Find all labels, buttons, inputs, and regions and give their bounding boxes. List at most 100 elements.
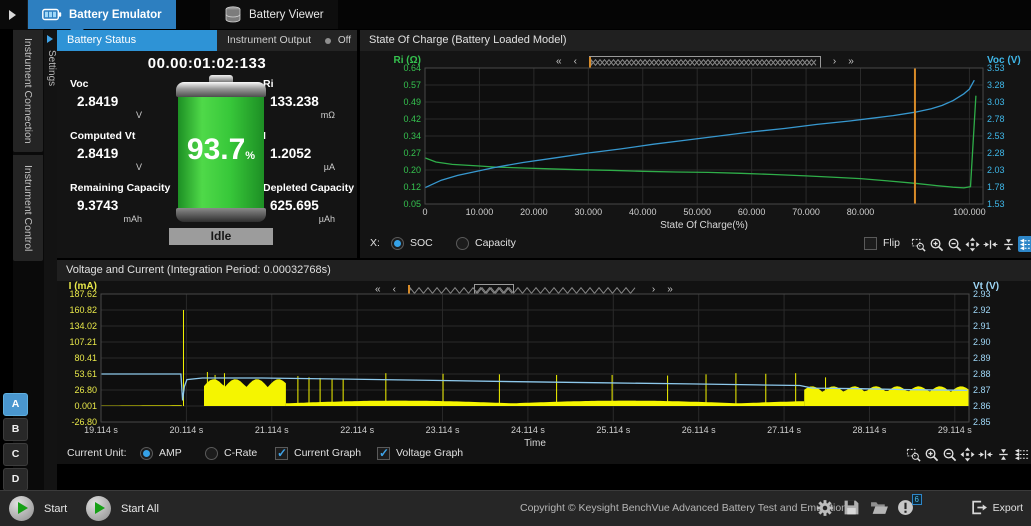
save-icon[interactable] [843,499,861,517]
svg-text:19.114 s: 19.114 s [84,425,118,435]
metric-value: 133.238 [263,94,371,109]
play-icon [9,496,34,521]
zoom-in-icon[interactable] [923,446,939,462]
voltage-graph-checkbox[interactable] [377,447,390,460]
fit-horizontal-icon[interactable] [977,446,993,462]
tab-battery-status[interactable]: Battery Status [57,30,217,51]
sidebar-item-instrument-connection[interactable]: Instrument Connection [13,30,43,152]
radio-soc[interactable] [391,237,404,250]
fit-vertical-icon[interactable] [995,446,1011,462]
start-label: Start [44,503,67,515]
svg-text:25.114 s: 25.114 s [596,425,630,435]
tab-label: Battery Viewer [249,9,324,21]
expand-all-icon[interactable] [964,236,980,252]
tab-battery-emulator[interactable]: Battery Emulator [28,0,176,29]
slot-button-c[interactable]: C [3,443,28,466]
instrument-output-label: Instrument Output [227,34,311,46]
vc-chart[interactable]: 187.622.93160.822.92134.022.91107.212.90… [57,260,1031,446]
svg-text:0.42: 0.42 [403,114,421,124]
slot-button-a[interactable]: A [3,393,28,416]
play-icon [86,496,111,521]
metric-label: I [263,130,371,142]
svg-text:0.34: 0.34 [403,131,421,141]
copyright-text: Copyright © Keysight BenchVue Advanced B… [520,502,847,514]
svg-text:2.03: 2.03 [987,165,1005,175]
svg-text:2.28: 2.28 [987,148,1005,158]
metric-unit: mAh [70,214,142,224]
top-tab-bar: Battery Emulator Battery Viewer [0,0,1031,29]
svg-text:27.114 s: 27.114 s [767,425,801,435]
battery-icon [42,8,62,21]
svg-text:0.57: 0.57 [403,80,421,90]
zoom-out-icon[interactable] [946,236,962,252]
svg-text:0.20: 0.20 [403,165,421,175]
expand-all-icon[interactable] [959,446,975,462]
settings-gear-icon[interactable] [816,499,834,517]
notifications-icon[interactable]: 6 [897,499,915,517]
radio-capacity-label: Capacity [475,236,516,251]
fit-horizontal-icon[interactable] [982,236,998,252]
svg-text:Vt (V): Vt (V) [973,281,999,292]
auto-track-icon[interactable] [1018,236,1031,252]
fit-vertical-icon[interactable] [1000,236,1016,252]
slot-button-b[interactable]: B [3,418,28,441]
svg-text:20.000: 20.000 [520,207,548,217]
svg-text:28.114 s: 28.114 s [853,425,887,435]
radio-c-rate[interactable] [205,447,218,460]
svg-text:2.85: 2.85 [973,417,991,427]
radio-amp-label: AMP [159,446,182,461]
state-of-charge-value: 93.7% [176,133,266,167]
tab-label: Battery Emulator [69,9,162,21]
open-folder-icon[interactable] [870,499,888,517]
svg-text:0.27: 0.27 [403,148,421,158]
start-button[interactable]: Start [9,496,67,521]
radio-soc-label: SOC [410,236,433,251]
zoom-region-icon[interactable] [905,446,921,462]
chevron-right-icon [47,35,53,43]
zoom-in-icon[interactable] [928,236,944,252]
svg-text:23.114 s: 23.114 s [426,425,460,435]
radio-amp[interactable] [140,447,153,460]
chevron-right-icon [9,10,16,20]
run-state-button[interactable]: Idle [169,228,273,245]
output-state-dot [325,38,331,44]
start-all-button[interactable]: Start All [86,496,159,521]
svg-text:2.90: 2.90 [973,337,991,347]
vc-controls: Current Unit: AMP C-Rate Current Graph V… [57,446,1031,466]
svg-text:2.92: 2.92 [973,305,991,315]
zoom-out-icon[interactable] [941,446,957,462]
vtab-label: Instrument Connection [22,38,34,144]
svg-text:1.53: 1.53 [987,199,1005,209]
slot-button-d[interactable]: D [3,468,28,491]
svg-text:21.114 s: 21.114 s [255,425,289,435]
sidebar-toggle-button[interactable] [0,0,28,29]
svg-text:100.000: 100.000 [953,207,986,217]
settings-collapsed-panel[interactable]: Settings [44,30,57,490]
soc-chart-toolbar [910,236,1031,252]
metric-unit: mΩ [263,110,335,120]
settings-label: Settings [44,50,57,86]
metric-unit: V [70,162,142,172]
soc-chart[interactable]: 0.643.530.573.280.493.030.422.780.342.53… [360,30,1031,240]
current-graph-checkbox[interactable] [275,447,288,460]
export-button[interactable]: Export [970,499,1023,516]
flip-checkbox[interactable] [864,237,877,250]
svg-text:2.91: 2.91 [973,321,991,331]
tab-battery-viewer[interactable]: Battery Viewer [210,0,338,29]
svg-text:20.114 s: 20.114 s [169,425,203,435]
vc-chart-toolbar [905,446,1029,462]
svg-text:80.41: 80.41 [74,353,97,363]
radio-capacity[interactable] [456,237,469,250]
tab-instrument-output[interactable]: Instrument Output Off [217,30,357,51]
zoom-region-icon[interactable] [910,236,926,252]
svg-text:1.78: 1.78 [987,182,1005,192]
svg-text:10.000: 10.000 [466,207,494,217]
notification-count-badge: 6 [912,494,922,505]
auto-track-icon[interactable] [1013,446,1029,462]
metric-unit: V [70,110,142,120]
sidebar-item-instrument-control[interactable]: Instrument Control [13,155,43,261]
output-state-text: Off [338,30,351,51]
svg-text:2.78: 2.78 [987,114,1005,124]
battery-bottom-cap [176,208,266,222]
svg-text:30.000: 30.000 [575,207,603,217]
